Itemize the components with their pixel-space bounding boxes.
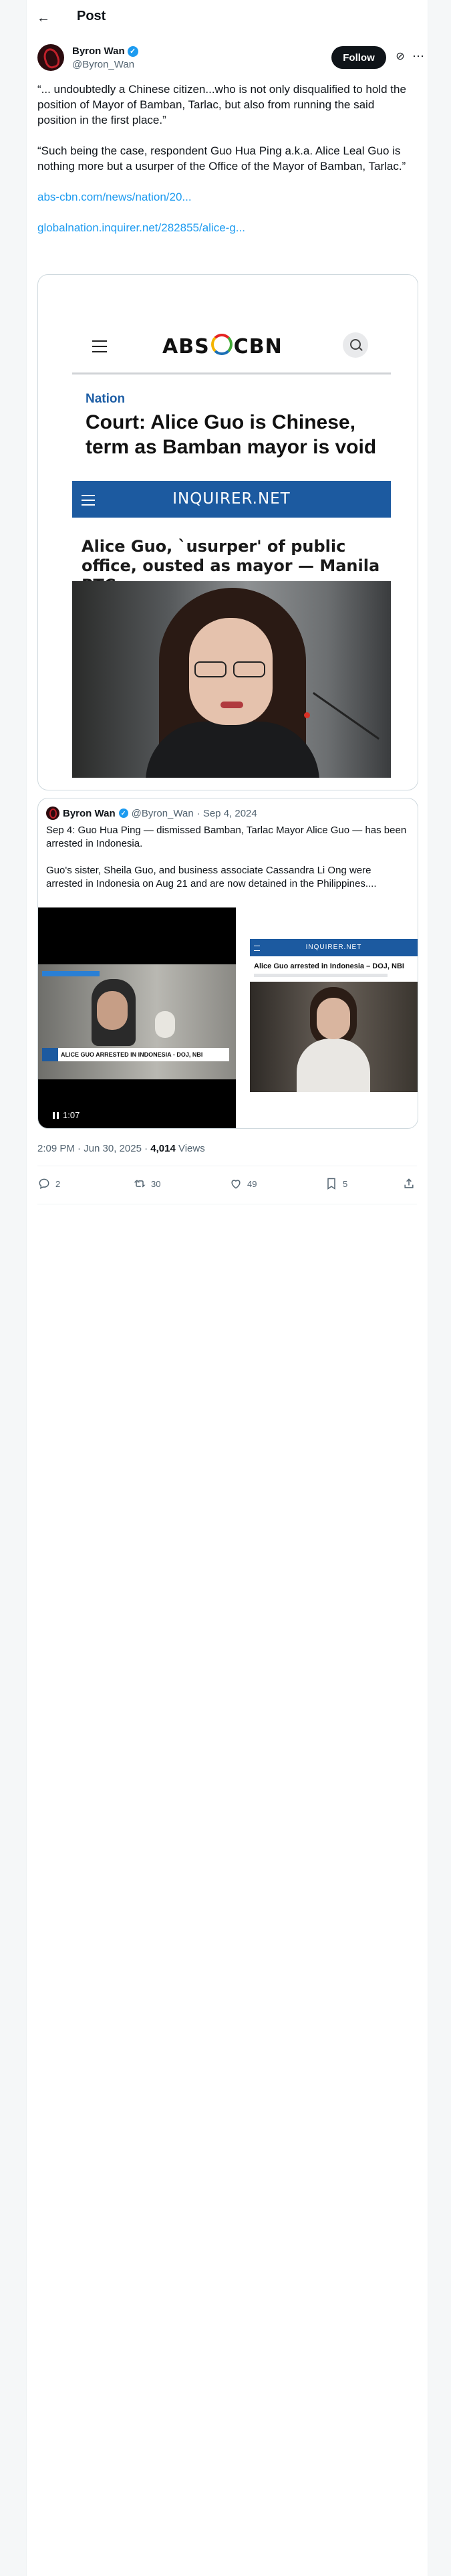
article-thumbnail[interactable]: INQUIRER.NET Alice Guo arrested in Indon… (250, 939, 418, 1099)
repost-button[interactable]: 30 (133, 1177, 160, 1190)
quoted-text: Sep 4: Guo Hua Ping — dismissed Bamban, … (46, 824, 410, 904)
reply-icon (39, 1178, 49, 1189)
verified-badge-icon: ✓ (127, 45, 138, 57)
post-timestamp: 2:09 PM · Jun 30, 2025 · 4,014 Views (37, 1143, 205, 1154)
thumbnail-headline: Alice Guo arrested in Indonesia – DOJ, N… (254, 962, 404, 970)
video-player[interactable]: ALICE GUO ARRESTED IN INDONESIA - DOJ, N… (38, 907, 236, 1128)
alice-guo-photo (72, 581, 391, 778)
reply-count: 2 (55, 1178, 61, 1189)
post-paragraph: “... undoubtedly a Chinese citizen...who… (37, 83, 410, 126)
quoted-paragraph: Guo's sister, Sheila Guo, and business a… (46, 865, 377, 889)
search-icon (343, 332, 368, 358)
quoted-author: Byron Wan ✓ @Byron_Wan · Sep 4, 2024 (46, 807, 257, 820)
like-button[interactable]: 49 (229, 1177, 257, 1190)
timeline-column: ← Post Byron Wan ✓ @Byron_Wan Follow ⊘ ⋯… (26, 0, 428, 2576)
post-author: Byron Wan ✓ @Byron_Wan Follow ⊘ ⋯ (37, 44, 424, 76)
repost-count: 30 (151, 1178, 161, 1189)
video-controls[interactable]: 1:07 (53, 1110, 80, 1120)
share-button[interactable] (402, 1177, 416, 1190)
quoted-date: · Sep 4, 2024 (196, 807, 257, 819)
author-name-row[interactable]: Byron Wan ✓ (72, 45, 138, 57)
action-bar: 2 30 49 5 (37, 1177, 417, 1193)
pause-icon[interactable] (53, 1111, 59, 1119)
bookmark-count: 5 (343, 1178, 348, 1189)
quoted-post-card[interactable]: Byron Wan ✓ @Byron_Wan · Sep 4, 2024 Sep… (37, 798, 418, 1129)
avatar (46, 807, 59, 820)
media-image-card[interactable]: ABS CBN Nation Court: Alice Guo is Chines… (37, 274, 418, 790)
post-link[interactable]: globalnation.inquirer.net/282855/alice-g… (37, 220, 412, 235)
abs-cbn-logo: ABS CBN (162, 334, 283, 358)
verified-badge-icon: ✓ (118, 809, 128, 818)
quoted-author-handle: @Byron_Wan (131, 807, 194, 819)
page-title: Post (77, 9, 106, 23)
quoted-paragraph: Sep 4: Guo Hua Ping — dismissed Bamban, … (46, 825, 407, 849)
views-label: Views (175, 1143, 205, 1154)
share-icon (404, 1178, 414, 1188)
author-name[interactable]: Byron Wan (72, 45, 125, 57)
news-screenshot: ABS CBN Nation Court: Alice Guo is Chines… (72, 316, 391, 778)
bookmark-icon (327, 1178, 335, 1190)
repost-icon (134, 1180, 146, 1188)
reply-button[interactable]: 2 (37, 1177, 60, 1190)
quoted-author-name: Byron Wan (63, 807, 116, 819)
bookmark-button[interactable]: 5 (325, 1177, 347, 1190)
post-text: “... undoubtedly a Chinese citizen...who… (37, 82, 412, 251)
thumbnail-photo (250, 982, 418, 1092)
video-duration: 1:07 (63, 1110, 80, 1120)
top-bar: ← Post (27, 0, 428, 35)
news-section-label: Nation (86, 392, 126, 406)
menu-icon (92, 340, 107, 352)
like-count: 49 (247, 1178, 257, 1189)
grok-icon[interactable]: ⊘ (394, 51, 406, 63)
video-lower-third: ALICE GUO ARRESTED IN INDONESIA - DOJ, N… (42, 1048, 229, 1061)
inquirer-header: INQUIRER.NET (72, 481, 391, 518)
abs-cbn-header: ABS CBN (72, 316, 391, 374)
more-options-icon[interactable]: ⋯ (412, 49, 425, 63)
views-count: 4,014 (150, 1143, 176, 1154)
byline-placeholder (254, 974, 388, 977)
heart-icon (231, 1180, 241, 1189)
video-frame: ALICE GUO ARRESTED IN INDONESIA - DOJ, N… (38, 964, 236, 1079)
author-handle[interactable]: @Byron_Wan (72, 59, 134, 70)
post-paragraph: “Such being the case, respondent Guo Hua… (37, 144, 406, 173)
news-headline: Court: Alice Guo is Chinese, term as Bam… (86, 411, 377, 458)
post-link[interactable]: abs-cbn.com/news/nation/20... (37, 189, 412, 205)
inquirer-header: INQUIRER.NET (250, 939, 418, 956)
avatar[interactable] (37, 44, 64, 71)
follow-button[interactable]: Follow (331, 46, 386, 69)
inquirer-logo: INQUIRER.NET (172, 490, 291, 508)
back-arrow-icon[interactable]: ← (36, 11, 51, 25)
post-time[interactable]: 2:09 PM · Jun 30, 2025 · (37, 1143, 150, 1154)
